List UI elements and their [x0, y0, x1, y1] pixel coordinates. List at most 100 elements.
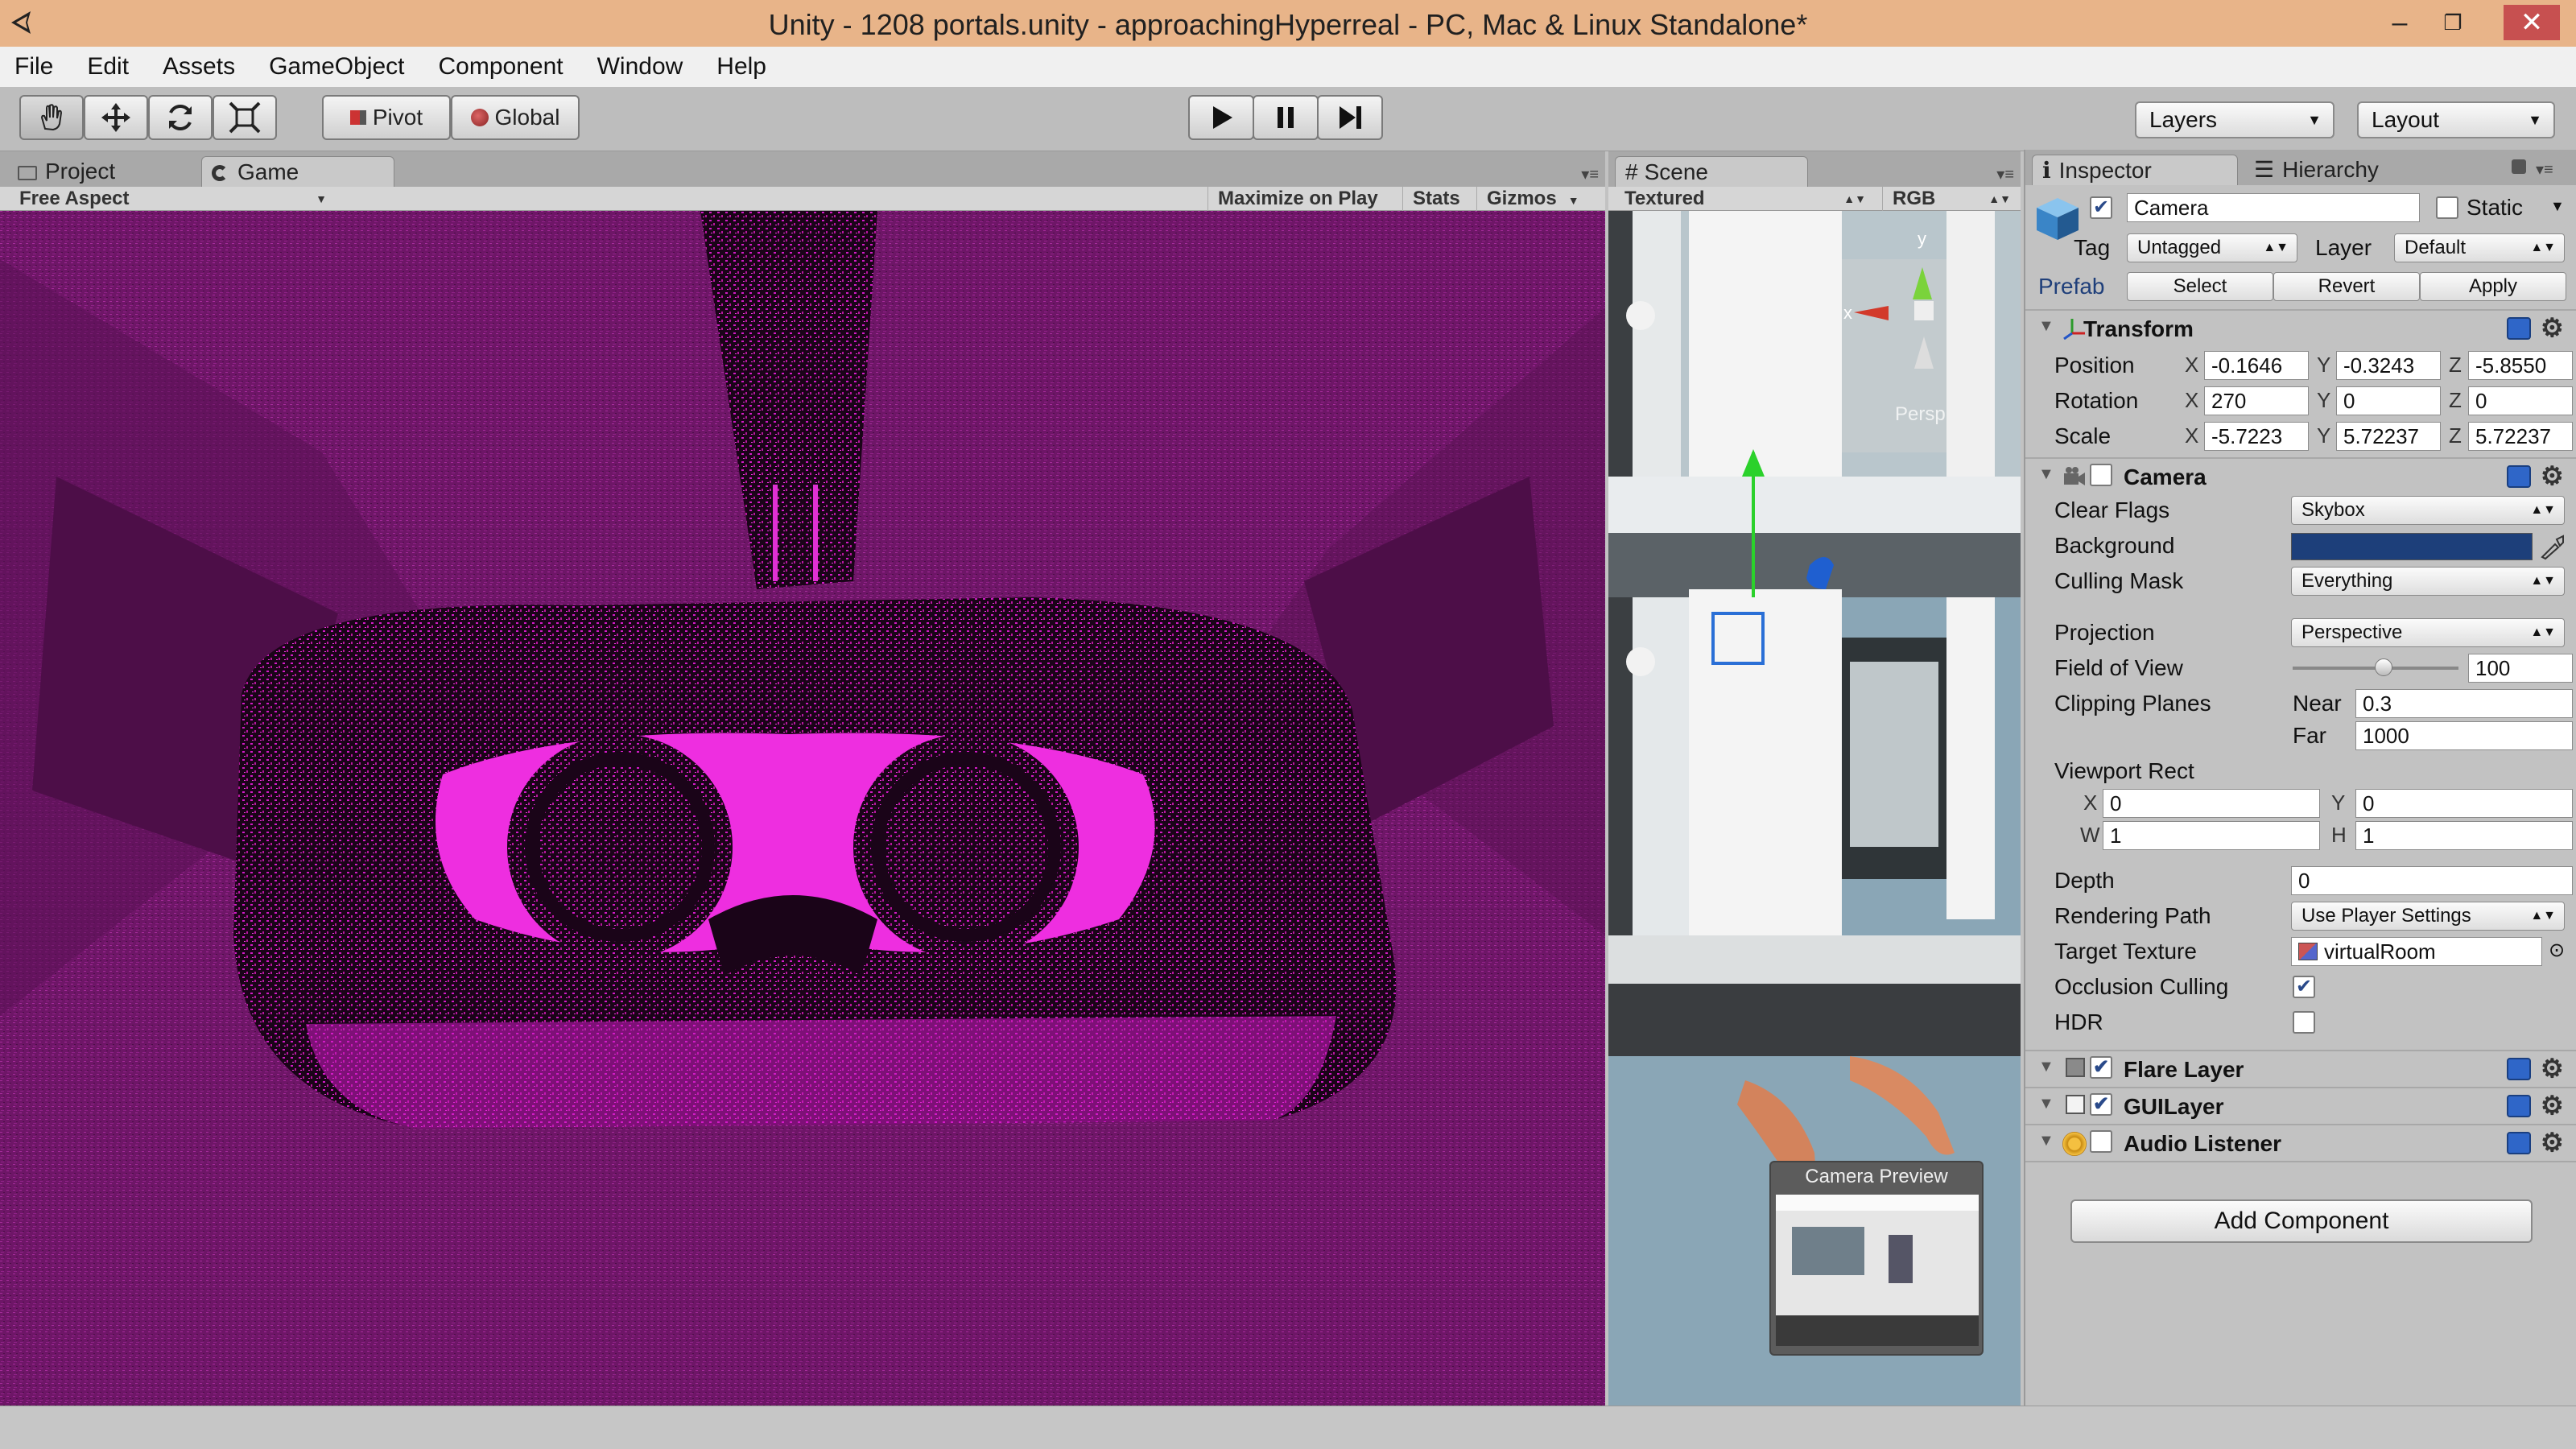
panel-menu-icon[interactable]: ▾≡ — [1996, 164, 2014, 184]
position-y-field[interactable]: -0.3243 — [2336, 351, 2441, 380]
panel-menu-icon[interactable]: ▾≡ — [2536, 159, 2553, 180]
help-book-icon[interactable] — [2507, 1132, 2531, 1154]
hand-tool-button[interactable] — [19, 95, 84, 140]
maximize-on-play-toggle[interactable]: Maximize on Play — [1208, 187, 1388, 211]
guilayer-checkbox[interactable]: ✔ — [2090, 1093, 2112, 1116]
add-component-button[interactable]: Add Component — [2070, 1199, 2533, 1243]
fold-arrow-icon[interactable]: ▼ — [2038, 1058, 2054, 1076]
layers-dropdown[interactable]: Layers ▼ — [2135, 101, 2334, 138]
gear-icon[interactable]: ⚙ — [2541, 312, 2564, 343]
help-book-icon[interactable] — [2507, 1095, 2531, 1117]
stats-toggle[interactable]: Stats — [1402, 187, 1470, 211]
fold-arrow-icon[interactable]: ▼ — [2038, 317, 2054, 336]
audio-listener-checkbox[interactable] — [2090, 1130, 2112, 1153]
scale-z-field[interactable]: 5.72237 — [2468, 422, 2573, 451]
menu-file[interactable]: File — [14, 53, 53, 80]
render-mode-dropdown[interactable]: Textured ▲▼ — [1615, 187, 1872, 211]
tab-inspector[interactable]: ℹ Inspector — [2032, 155, 2238, 185]
tab-scene[interactable]: # Scene — [1615, 156, 1808, 187]
move-tool-button[interactable] — [84, 95, 148, 140]
menu-window[interactable]: Window — [597, 53, 683, 80]
gizmos-dropdown[interactable]: Gizmos ▼ — [1476, 187, 1594, 211]
fov-slider-thumb[interactable] — [2375, 658, 2393, 676]
tag-dropdown[interactable]: Untagged ▲▼ — [2127, 233, 2297, 262]
fov-slider-track[interactable] — [2293, 658, 2458, 676]
menu-gameobject[interactable]: GameObject — [269, 53, 404, 80]
transform-header[interactable]: ▼ Transform ⚙ — [2025, 309, 2576, 346]
scale-x-field[interactable]: -5.7223 — [2204, 422, 2309, 451]
audio-listener-header[interactable]: ▼ Audio Listener ⚙ — [2025, 1124, 2576, 1161]
camera-enabled-checkbox[interactable] — [2090, 464, 2112, 486]
prefab-revert-button[interactable]: Revert — [2273, 272, 2420, 301]
background-color-swatch[interactable] — [2291, 533, 2533, 560]
position-x-field[interactable]: -0.1646 — [2204, 351, 2309, 380]
tab-project[interactable]: Project — [8, 156, 193, 187]
tab-hierarchy[interactable]: ☰ Hierarchy — [2244, 155, 2438, 185]
clear-flags-dropdown[interactable]: Skybox ▲▼ — [2291, 496, 2565, 525]
static-dropdown-icon[interactable]: ▼ — [2550, 198, 2565, 215]
close-button[interactable]: ✕ — [2504, 5, 2560, 40]
rotation-y-field[interactable]: 0 — [2336, 386, 2441, 415]
projection-dropdown[interactable]: Perspective ▲▼ — [2291, 618, 2565, 647]
help-book-icon[interactable] — [2507, 1058, 2531, 1080]
lock-icon[interactable] — [2512, 159, 2526, 174]
fold-arrow-icon[interactable]: ▼ — [2038, 1132, 2054, 1150]
rendering-path-dropdown[interactable]: Use Player Settings ▲▼ — [2291, 902, 2565, 931]
object-name-field[interactable]: Camera — [2127, 193, 2420, 222]
target-texture-field[interactable]: virtualRoom — [2291, 937, 2542, 966]
channel-dropdown[interactable]: RGB ▲▼ — [1882, 187, 2017, 211]
camera-header[interactable]: ▼ Camera ⚙ — [2025, 457, 2576, 494]
aspect-dropdown[interactable]: Free Aspect ▼ — [10, 187, 332, 211]
step-button[interactable] — [1317, 95, 1383, 140]
culling-mask-dropdown[interactable]: Everything ▲▼ — [2291, 567, 2565, 596]
active-checkbox[interactable]: ✔ — [2090, 196, 2112, 219]
scale-tool-button[interactable] — [213, 95, 277, 140]
play-button[interactable] — [1188, 95, 1254, 140]
flare-layer-header[interactable]: ▼ ✔ Flare Layer ⚙ — [2025, 1050, 2576, 1087]
occlusion-checkbox[interactable]: ✔ — [2293, 976, 2315, 998]
fold-arrow-icon[interactable]: ▼ — [2038, 1095, 2054, 1113]
guilayer-header[interactable]: ▼ ✔ GUILayer ⚙ — [2025, 1087, 2576, 1124]
flare-layer-checkbox[interactable]: ✔ — [2090, 1056, 2112, 1079]
scale-y-field[interactable]: 5.72237 — [2336, 422, 2441, 451]
position-z-field[interactable]: -5.8550 — [2468, 351, 2573, 380]
object-picker-icon[interactable]: ⊙ — [2549, 939, 2565, 962]
help-book-icon[interactable] — [2507, 317, 2531, 340]
scene-view[interactable]: y x Persp Camera Preview — [1608, 211, 2021, 1406]
depth-field[interactable]: 0 — [2291, 866, 2573, 895]
layer-dropdown[interactable]: Default ▲▼ — [2394, 233, 2565, 262]
restore-button[interactable]: ❐ — [2433, 5, 2473, 40]
fold-arrow-icon[interactable]: ▼ — [2038, 465, 2054, 484]
rotate-tool-button[interactable] — [148, 95, 213, 140]
viewport-y-field[interactable]: 0 — [2355, 789, 2573, 818]
menu-assets[interactable]: Assets — [163, 53, 235, 80]
fov-field[interactable]: 100 — [2468, 654, 2573, 683]
eyedropper-icon[interactable] — [2539, 533, 2566, 560]
global-toggle[interactable]: Global — [451, 95, 580, 140]
static-checkbox[interactable] — [2436, 196, 2458, 219]
near-field[interactable]: 0.3 — [2355, 689, 2573, 718]
layout-dropdown[interactable]: Layout ▼ — [2357, 101, 2555, 138]
gear-icon[interactable]: ⚙ — [2541, 1053, 2564, 1084]
rotation-x-field[interactable]: 270 — [2204, 386, 2309, 415]
prefab-select-button[interactable]: Select — [2127, 272, 2273, 301]
minimize-button[interactable]: – — [2380, 5, 2420, 40]
viewport-x-field[interactable]: 0 — [2103, 789, 2320, 818]
pivot-toggle[interactable]: Pivot — [322, 95, 451, 140]
help-book-icon[interactable] — [2507, 465, 2531, 488]
hdr-checkbox[interactable] — [2293, 1011, 2315, 1034]
rotation-z-field[interactable]: 0 — [2468, 386, 2573, 415]
game-view[interactable] — [0, 211, 1605, 1406]
pause-button[interactable] — [1253, 95, 1319, 140]
gear-icon[interactable]: ⚙ — [2541, 1127, 2564, 1158]
menu-edit[interactable]: Edit — [87, 53, 129, 80]
gear-icon[interactable]: ⚙ — [2541, 460, 2564, 491]
tab-game[interactable]: Game — [201, 156, 394, 187]
menu-component[interactable]: Component — [438, 53, 563, 80]
far-field[interactable]: 1000 — [2355, 721, 2573, 750]
menu-help[interactable]: Help — [716, 53, 766, 80]
viewport-w-field[interactable]: 1 — [2103, 821, 2320, 850]
prefab-apply-button[interactable]: Apply — [2420, 272, 2566, 301]
panel-menu-icon[interactable]: ▾≡ — [1581, 164, 1599, 184]
viewport-h-field[interactable]: 1 — [2355, 821, 2573, 850]
